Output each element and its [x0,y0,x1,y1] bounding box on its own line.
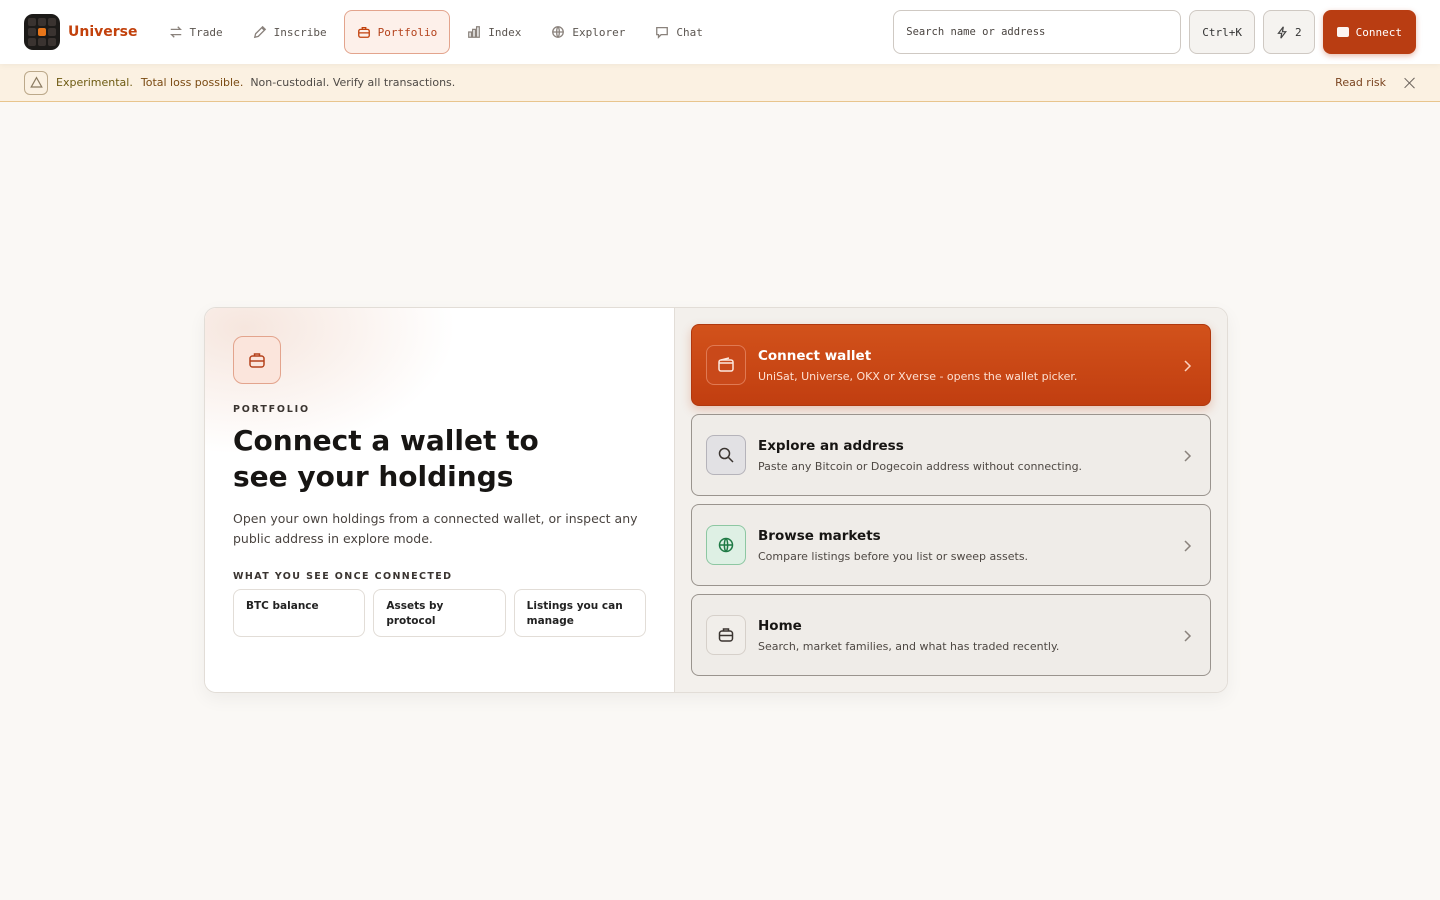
globe-icon [706,525,746,565]
feature-listings: Listings you can manage [513,589,646,637]
portfolio-intro: PORTFOLIO Connect a wallet to see your h… [205,308,675,692]
page-eyebrow: PORTFOLIO [233,404,310,415]
banner-loss: Total loss possible. [140,76,244,89]
chevron-right-icon [1182,538,1192,552]
chevron-right-icon [1182,358,1192,372]
brand-logo[interactable]: Universe [24,14,138,50]
activity-button[interactable]: 2 [1263,10,1315,54]
close-icon[interactable] [1404,77,1416,89]
activity-count: 2 [1295,25,1302,39]
briefcase-icon [706,615,746,655]
option-subtitle: UniSat, Universe, OKX or Xverse - opens … [758,369,1078,383]
banner-rest: Non-custodial. Verify all transactions. [250,76,456,89]
logo-mark-icon [24,14,60,50]
nav-explorer-label: Explorer [572,25,626,39]
page-description: Open your own holdings from a connected … [233,511,638,546]
globe-icon [552,26,565,38]
main-nav: Trade Inscribe Portfolio Index Explorer … [156,10,716,54]
nav-trade[interactable]: Trade [156,10,236,54]
feature-list: BTC balance Assets by protocol Listings … [233,589,646,637]
option-title: Browse markets [758,527,881,544]
feature-assets-by-protocol: Assets by protocol [373,589,506,637]
option-subtitle: Paste any Bitcoin or Dogecoin address wi… [758,459,1083,473]
nav-index-label: Index [488,25,522,39]
search-input[interactable] [893,10,1182,54]
connect-button[interactable]: Connect [1322,10,1416,54]
nav-portfolio-label: Portfolio [377,25,438,39]
nav-portfolio[interactable]: Portfolio [343,10,451,54]
option-subtitle: Compare listings before you list or swee… [758,549,1029,563]
chevron-right-icon [1182,628,1192,642]
briefcase-icon [233,336,281,384]
nav-chat-label: Chat [676,25,703,39]
nav-inscribe[interactable]: Inscribe [240,10,340,54]
portfolio-card: PORTFOLIO Connect a wallet to see your h… [204,307,1228,693]
pencil-icon [253,25,266,39]
nav-explorer[interactable]: Explorer [538,10,638,54]
page-title: Connect a wallet to see your holdings [233,424,539,493]
action-options: Connect wallet UniSat, Universe, OKX or … [675,308,1227,692]
top-header: Universe Trade Inscribe Portfolio Index … [0,0,1440,64]
wallet-icon [706,345,746,385]
browse-markets-option[interactable]: Browse markets Compare listings before y… [691,504,1211,586]
read-risk-link[interactable]: Read risk [1335,76,1386,89]
option-title: Connect wallet [758,347,872,364]
shortcut-button[interactable]: Ctrl+K [1189,10,1256,54]
wallet-icon [1336,27,1349,37]
connect-label: Connect [1355,25,1402,39]
explore-address-option[interactable]: Explore an address Paste any Bitcoin or … [691,414,1211,496]
warning-icon [24,70,48,95]
risk-banner: Experimental. Total loss possible. Non-c… [0,64,1440,102]
bar-chart-icon [468,26,481,38]
shortcut-label: Ctrl+K [1202,25,1243,39]
features-label: WHAT YOU SEE ONCE CONNECTED [233,571,453,582]
nav-inscribe-label: Inscribe [273,25,327,39]
lightning-icon [1277,25,1287,39]
briefcase-icon [357,26,370,38]
nav-chat[interactable]: Chat [642,10,716,54]
banner-experimental: Experimental. [56,76,133,89]
option-subtitle: Search, market families, and what has tr… [758,639,1060,653]
search-icon [706,435,746,475]
feature-btc-balance: BTC balance [233,589,366,637]
chevron-right-icon [1182,448,1192,462]
nav-trade-label: Trade [189,25,223,39]
connect-wallet-option[interactable]: Connect wallet UniSat, Universe, OKX or … [691,324,1211,406]
option-title: Explore an address [758,437,904,454]
brand-name: Universe [68,24,138,40]
option-title: Home [758,617,802,634]
home-option[interactable]: Home Search, market families, and what h… [691,594,1211,676]
header-actions: Ctrl+K 2 Connect [893,10,1416,54]
swap-icon [169,26,182,38]
chat-icon [656,26,669,39]
nav-index[interactable]: Index [454,10,534,54]
